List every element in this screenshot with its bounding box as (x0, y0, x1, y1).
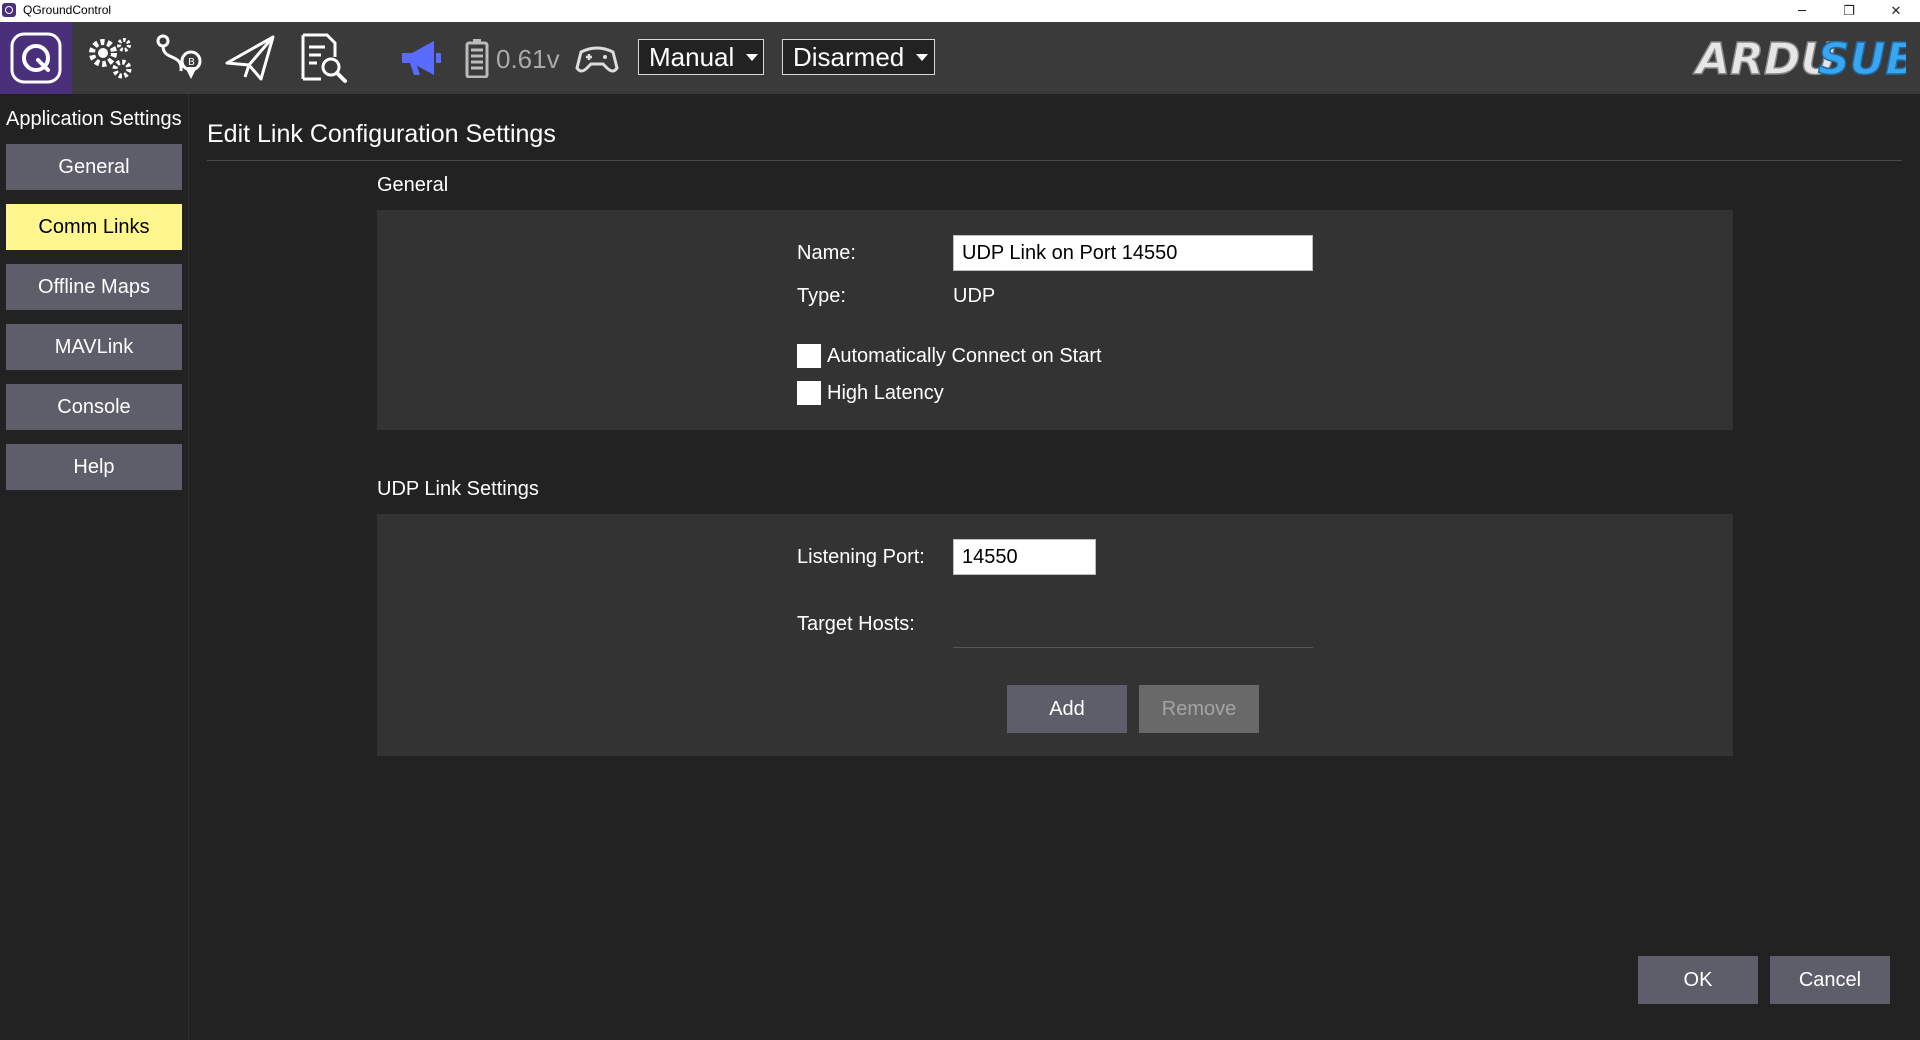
link-name-input[interactable] (953, 235, 1313, 271)
analyze-document-icon (301, 33, 347, 83)
window-title: QGroundControl (23, 3, 112, 17)
sidebar-item-offline-maps[interactable]: Offline Maps (6, 264, 182, 310)
auto-connect-label: Automatically Connect on Start (827, 345, 1102, 367)
qgc-logo-icon (10, 32, 62, 84)
udp-section-label: UDP Link Settings (377, 478, 539, 500)
brand-part-2: SUB (1818, 34, 1906, 84)
restore-button[interactable]: ❐ (1826, 0, 1872, 22)
analyze-button[interactable] (292, 22, 352, 94)
flight-mode-value: Manual (649, 41, 735, 72)
battery-voltage: 0.61v (496, 44, 560, 74)
chevron-down-icon (916, 53, 929, 61)
arm-state-value: Disarmed (793, 41, 905, 72)
plan-route-icon: B (156, 34, 202, 79)
joystick-icon (575, 46, 619, 73)
fly-button[interactable] (220, 22, 280, 94)
name-label: Name: (797, 242, 856, 264)
megaphone-icon (402, 41, 441, 75)
sidebar-item-help[interactable]: Help (6, 444, 182, 490)
high-latency-label: High Latency (827, 382, 944, 404)
title-divider (207, 160, 1902, 161)
target-hosts-list[interactable] (953, 647, 1313, 648)
sidebar-item-general[interactable]: General (6, 144, 182, 190)
flight-mode-dropdown[interactable]: Manual (638, 39, 764, 75)
arm-state-dropdown[interactable]: Disarmed (782, 39, 935, 75)
chevron-down-icon (746, 53, 759, 61)
battery-icon (465, 39, 489, 78)
sidebar-item-comm-links[interactable]: Comm Links (6, 204, 182, 250)
plan-button[interactable]: B (150, 22, 210, 94)
add-host-button[interactable]: Add (1007, 685, 1127, 733)
settings-gears-icon (89, 38, 132, 79)
settings-button[interactable] (80, 22, 140, 94)
listening-port-input[interactable] (953, 539, 1096, 575)
ardusub-logo: ARDU SUB (1692, 32, 1919, 88)
main-toolbar: B 0.61v Manual Disarmed ARDU SU (0, 22, 1920, 94)
qgc-app-icon (2, 3, 16, 17)
general-section-label: General (377, 174, 449, 196)
brand-part-1: ARDU (1693, 34, 1836, 84)
messages-button[interactable] (395, 22, 447, 94)
target-hosts-label: Target Hosts: (797, 613, 915, 635)
minimize-button[interactable]: ─ (1779, 0, 1825, 22)
type-value: UDP (953, 285, 996, 307)
window-title-bar: QGroundControl ─ ❐ ✕ (0, 0, 1920, 22)
joystick-status[interactable] (574, 22, 620, 94)
auto-connect-checkbox[interactable] (797, 344, 821, 368)
listening-port-label: Listening Port: (797, 546, 925, 568)
sidebar-heading: Application Settings (6, 108, 182, 130)
close-window-button[interactable]: ✕ (1873, 0, 1919, 22)
ok-button[interactable]: OK (1638, 956, 1758, 1004)
sidebar-item-console[interactable]: Console (6, 384, 182, 430)
remove-host-button[interactable]: Remove (1139, 685, 1259, 733)
page-title: Edit Link Configuration Settings (207, 120, 556, 148)
type-label: Type: (797, 285, 846, 307)
qgc-logo-button[interactable] (0, 22, 72, 94)
sidebar-item-mavlink[interactable]: MAVLink (6, 324, 182, 370)
high-latency-checkbox[interactable] (797, 381, 821, 405)
svg-text:B: B (188, 57, 195, 68)
battery-indicator[interactable] (462, 22, 492, 94)
settings-sidebar: Application Settings General Comm Links … (0, 94, 189, 1040)
cancel-button[interactable]: Cancel (1770, 956, 1890, 1004)
fly-paper-plane-icon (225, 35, 275, 81)
